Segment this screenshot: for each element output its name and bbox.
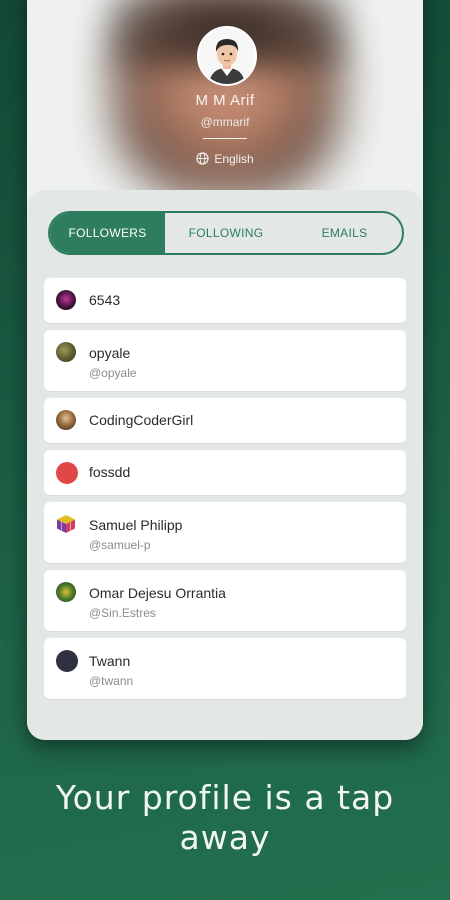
profile-avatar[interactable] xyxy=(197,26,257,86)
profile-header: M M Arif @mmarif English xyxy=(27,0,423,210)
user-avatar xyxy=(56,410,76,430)
list-item[interactable]: CodingCoderGirl xyxy=(44,398,406,443)
tagline-line-2: away xyxy=(179,818,271,857)
user-avatar xyxy=(56,342,76,362)
globe-icon xyxy=(196,152,209,165)
follower-name: Samuel Philipp xyxy=(89,517,183,533)
follower-handle: @samuel-p xyxy=(89,538,151,552)
tab-followers[interactable]: FOLLOWERS xyxy=(50,213,165,253)
follower-name: CodingCoderGirl xyxy=(89,412,194,428)
phone-screen: M M Arif @mmarif English FOLLOWERS FOLLO… xyxy=(27,0,423,740)
profile-handle: @mmarif xyxy=(200,115,250,129)
followers-list: 6543 opyale @opyale CodingCoderGirl foss… xyxy=(44,278,406,706)
user-avatar xyxy=(56,462,78,484)
avatar-cartoon-icon xyxy=(199,28,255,84)
list-item[interactable]: opyale @opyale xyxy=(44,330,406,391)
user-avatar xyxy=(56,290,76,310)
follower-name: opyale xyxy=(89,345,131,361)
user-avatar xyxy=(56,582,76,602)
list-item[interactable]: 6543 xyxy=(44,278,406,323)
list-item[interactable]: Twann @twann xyxy=(44,638,406,699)
follower-handle: @twann xyxy=(89,674,134,688)
tab-following[interactable]: FOLLOWING xyxy=(165,213,287,253)
follower-name: Twann xyxy=(89,653,131,669)
user-avatar xyxy=(56,650,78,672)
profile-tabs: FOLLOWERS FOLLOWING EMAILS xyxy=(48,211,404,255)
cube-avatar-icon xyxy=(57,515,75,533)
language-label: English xyxy=(214,152,254,166)
follower-handle: @opyale xyxy=(89,366,137,380)
follower-name: Omar Dejesu Orrantia xyxy=(89,585,226,601)
follower-handle: @Sin.Estres xyxy=(89,606,156,620)
profile-language: English xyxy=(27,152,423,166)
follower-name: fossdd xyxy=(89,464,131,480)
list-item[interactable]: fossdd xyxy=(44,450,406,495)
tagline-line-1: Your profile is a tap xyxy=(55,778,395,817)
list-item[interactable]: Samuel Philipp @samuel-p xyxy=(44,502,406,563)
list-item[interactable]: Omar Dejesu Orrantia @Sin.Estres xyxy=(44,570,406,631)
tab-emails[interactable]: EMAILS xyxy=(287,213,402,253)
promo-tagline: Your profile is a tap away xyxy=(0,778,450,858)
profile-divider xyxy=(203,138,247,139)
profile-name: M M Arif xyxy=(195,92,255,109)
follower-name: 6543 xyxy=(89,292,121,308)
followers-panel: FOLLOWERS FOLLOWING EMAILS 6543 opyale @… xyxy=(27,190,423,740)
